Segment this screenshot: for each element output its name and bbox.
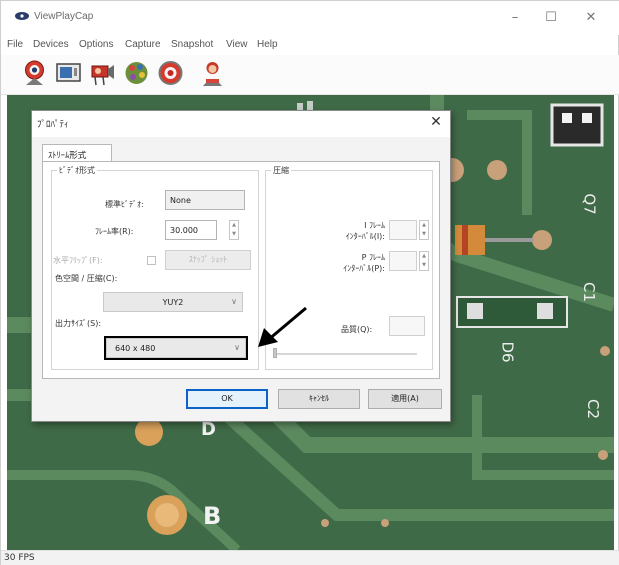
spin-down-icon[interactable]: ▼ — [420, 230, 428, 239]
monitor-icon[interactable] — [55, 59, 82, 87]
spin-down-icon[interactable]: ▼ — [420, 261, 428, 270]
frame-rate-field[interactable]: 30.000 — [165, 220, 217, 240]
fps-readout: 30 FPS — [4, 553, 35, 563]
silkscreen-c2: C2 — [584, 398, 603, 420]
menu-devices[interactable]: Devices — [33, 39, 69, 50]
maximize-button[interactable]: ☐ — [537, 7, 565, 29]
quality-slider-track[interactable] — [275, 353, 417, 355]
iframe-interval-label-2: ｲﾝﾀｰﾊﾞﾙ(I): — [345, 232, 385, 241]
silkscreen-b: B — [203, 502, 222, 530]
standard-video-field[interactable]: None — [165, 190, 245, 210]
minimize-button[interactable]: – — [501, 7, 529, 29]
annotation-highlight-box — [104, 336, 248, 360]
pframe-interval-spinner[interactable]: ▲ ▼ — [419, 251, 429, 271]
dialog-title-bar: ﾌﾟﾛﾊﾟﾃｨ ✕ — [32, 111, 450, 137]
menu-view[interactable]: View — [226, 39, 248, 50]
pframe-interval-label-2: ｲﾝﾀｰﾊﾞﾙ(P): — [343, 264, 385, 273]
video-camera-icon[interactable] — [89, 59, 116, 87]
apply-button[interactable]: 適用(A) — [368, 389, 442, 409]
toolbar — [1, 55, 619, 95]
app-title: ViewPlayCap — [34, 11, 94, 22]
frame-rate-spinner[interactable]: ▲ ▼ — [229, 220, 239, 240]
silkscreen-q7: Q7 — [580, 193, 599, 215]
cancel-button[interactable]: ｷｬﾝｾﾙ — [278, 389, 360, 409]
color-space-value: YUY2 — [162, 298, 184, 307]
ok-button[interactable]: OK — [186, 389, 268, 409]
eye-icon — [15, 12, 29, 20]
silkscreen-d6: D6 — [498, 341, 517, 363]
tab-stream-format[interactable]: ｽﾄﾘｰﾑ形式 — [42, 144, 112, 162]
aperture-icon[interactable] — [157, 59, 184, 87]
compression-group-label: 圧縮 — [271, 165, 291, 176]
dialog-close-button[interactable]: ✕ — [427, 114, 445, 130]
quality-field[interactable] — [389, 316, 425, 336]
standard-video-label: 標準ﾋﾞﾃﾞｵ: — [105, 200, 144, 209]
iframe-interval-label-1: I ﾌﾚｰﾑ — [364, 221, 385, 230]
color-space-select[interactable]: YUY2 ∨ — [103, 292, 243, 312]
spin-up-icon[interactable]: ▲ — [230, 221, 238, 230]
webcam-icon[interactable] — [21, 59, 48, 87]
horizontal-flip-label: 水平ﾌﾘｯﾌﾟ(F): — [53, 256, 103, 265]
menu-bar: File Devices Options Capture Snapshot Vi… — [1, 35, 619, 55]
spin-up-icon[interactable]: ▲ — [420, 252, 428, 261]
horizontal-flip-checkbox[interactable] — [147, 256, 156, 265]
color-space-label: 色空間 / 圧縮(C): — [55, 274, 118, 283]
menu-capture[interactable]: Capture — [125, 39, 161, 50]
close-button[interactable]: ✕ — [577, 7, 605, 29]
quality-label: 品質(Q): — [341, 325, 373, 334]
menu-options[interactable]: Options — [79, 39, 113, 50]
output-size-label: 出力ｻｲｽﾞ(S): — [55, 319, 102, 328]
silkscreen-d: D — [201, 419, 216, 440]
dialog-title: ﾌﾟﾛﾊﾟﾃｨ — [37, 120, 69, 130]
frame-rate-label: ﾌﾚｰﾑ率(R): — [95, 227, 134, 236]
silkscreen-c1: C1 — [580, 281, 599, 303]
tab-stream-format-label: ｽﾄﾘｰﾑ形式 — [48, 151, 87, 161]
snapshot-button[interactable]: ｽﾅｯﾌﾟ ｼｮｯﾄ — [165, 250, 251, 270]
palette-icon[interactable] — [123, 59, 150, 87]
quality-slider-thumb[interactable] — [273, 348, 277, 358]
iframe-interval-field[interactable] — [389, 220, 417, 240]
stream-format-panel: ﾋﾞﾃﾞｵ形式 標準ﾋﾞﾃﾞｵ: None ﾌﾚｰﾑ率(R): 30.000 ▲… — [42, 161, 440, 379]
spin-down-icon[interactable]: ▼ — [230, 230, 238, 239]
pframe-interval-label-1: P ﾌﾚｰﾑ — [361, 253, 385, 262]
person-icon[interactable] — [199, 59, 226, 87]
menu-help[interactable]: Help — [257, 39, 278, 50]
annotation-arrow-icon — [258, 306, 307, 347]
pframe-interval-field[interactable] — [389, 251, 417, 271]
menu-file[interactable]: File — [7, 39, 23, 50]
menu-snapshot[interactable]: Snapshot — [171, 39, 213, 50]
spin-up-icon[interactable]: ▲ — [420, 221, 428, 230]
title-bar: ViewPlayCap – ☐ ✕ — [1, 1, 619, 35]
video-format-group-label: ﾋﾞﾃﾞｵ形式 — [57, 165, 97, 176]
status-bar: 30 FPS — [1, 550, 619, 565]
properties-dialog: ﾌﾟﾛﾊﾟﾃｨ ✕ ｽﾄﾘｰﾑ形式 ﾋﾞﾃﾞｵ形式 標準ﾋﾞﾃﾞｵ: None … — [31, 110, 451, 422]
iframe-interval-spinner[interactable]: ▲ ▼ — [419, 220, 429, 240]
chevron-down-icon: ∨ — [231, 297, 237, 306]
